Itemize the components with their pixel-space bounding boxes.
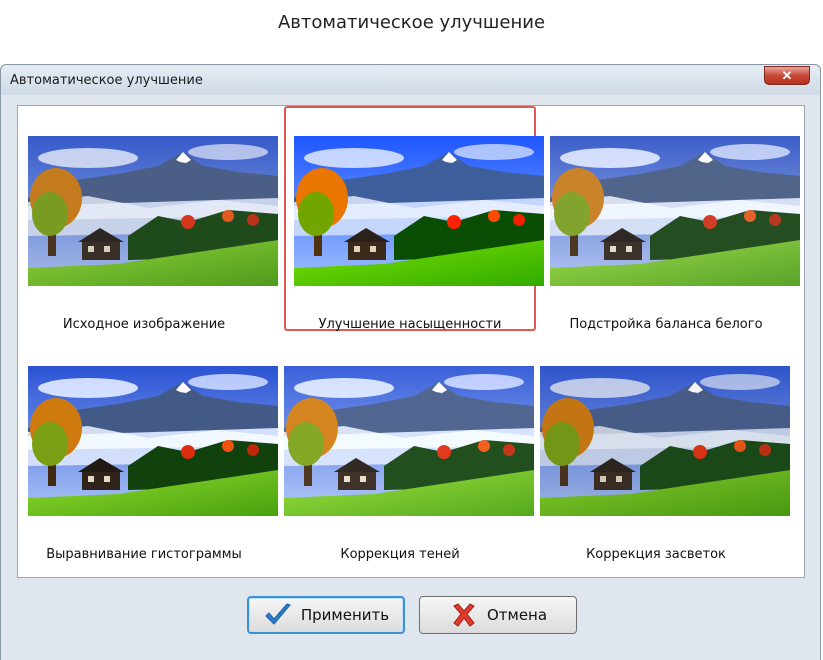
checkmark-icon xyxy=(265,603,291,625)
variants-panel: Исходное изображение Улучшение насыщенно… xyxy=(17,105,805,578)
variant-tile-saturation[interactable]: Улучшение насыщенности xyxy=(284,106,544,332)
cancel-button-label: Отмена xyxy=(486,606,548,624)
variant-tile-histogram[interactable]: Выравнивание гистограммы xyxy=(18,336,278,562)
variant-label: Подстройка баланса белого xyxy=(569,317,763,332)
close-button[interactable]: ✕ xyxy=(764,66,810,85)
cancel-button[interactable]: Отмена xyxy=(419,596,577,634)
variant-thumbnail xyxy=(284,366,534,516)
variant-label: Улучшение насыщенности xyxy=(318,317,502,332)
variant-thumbnail xyxy=(540,366,790,516)
variant-thumbnail xyxy=(294,136,544,286)
dialog-title: Автоматическое улучшение xyxy=(10,73,203,88)
cross-icon xyxy=(453,603,475,627)
variant-label: Исходное изображение xyxy=(62,317,226,332)
variant-thumbnail xyxy=(550,136,800,286)
landscape-thumbnail-image xyxy=(28,366,278,516)
variant-label: Выравнивание гистограммы xyxy=(46,547,242,562)
landscape-thumbnail-image xyxy=(550,136,800,286)
variant-tile-shadows[interactable]: Коррекция теней xyxy=(274,336,534,562)
page-caption: Автоматическое улучшение xyxy=(277,12,546,33)
variant-tile-white-balance[interactable]: Подстройка баланса белого xyxy=(540,106,800,332)
auto-enhance-dialog: Автоматическое улучшение ✕ Исходное изоб… xyxy=(0,64,821,660)
landscape-thumbnail-image xyxy=(284,366,534,516)
variant-label: Коррекция засветок xyxy=(586,547,726,562)
variant-thumbnail xyxy=(28,366,278,516)
landscape-thumbnail-image xyxy=(540,366,790,516)
variant-label: Коррекция теней xyxy=(340,547,460,562)
apply-button-label: Применить xyxy=(300,606,390,624)
variant-tile-highlights[interactable]: Коррекция засветок xyxy=(530,336,790,562)
landscape-thumbnail-image xyxy=(294,136,544,286)
close-icon: ✕ xyxy=(781,67,793,83)
landscape-thumbnail-image xyxy=(28,136,278,286)
variant-thumbnail xyxy=(28,136,278,286)
dialog-titlebar[interactable]: Автоматическое улучшение ✕ xyxy=(1,65,820,95)
variant-tile-original[interactable]: Исходное изображение xyxy=(18,106,278,332)
apply-button[interactable]: Применить xyxy=(247,596,405,634)
